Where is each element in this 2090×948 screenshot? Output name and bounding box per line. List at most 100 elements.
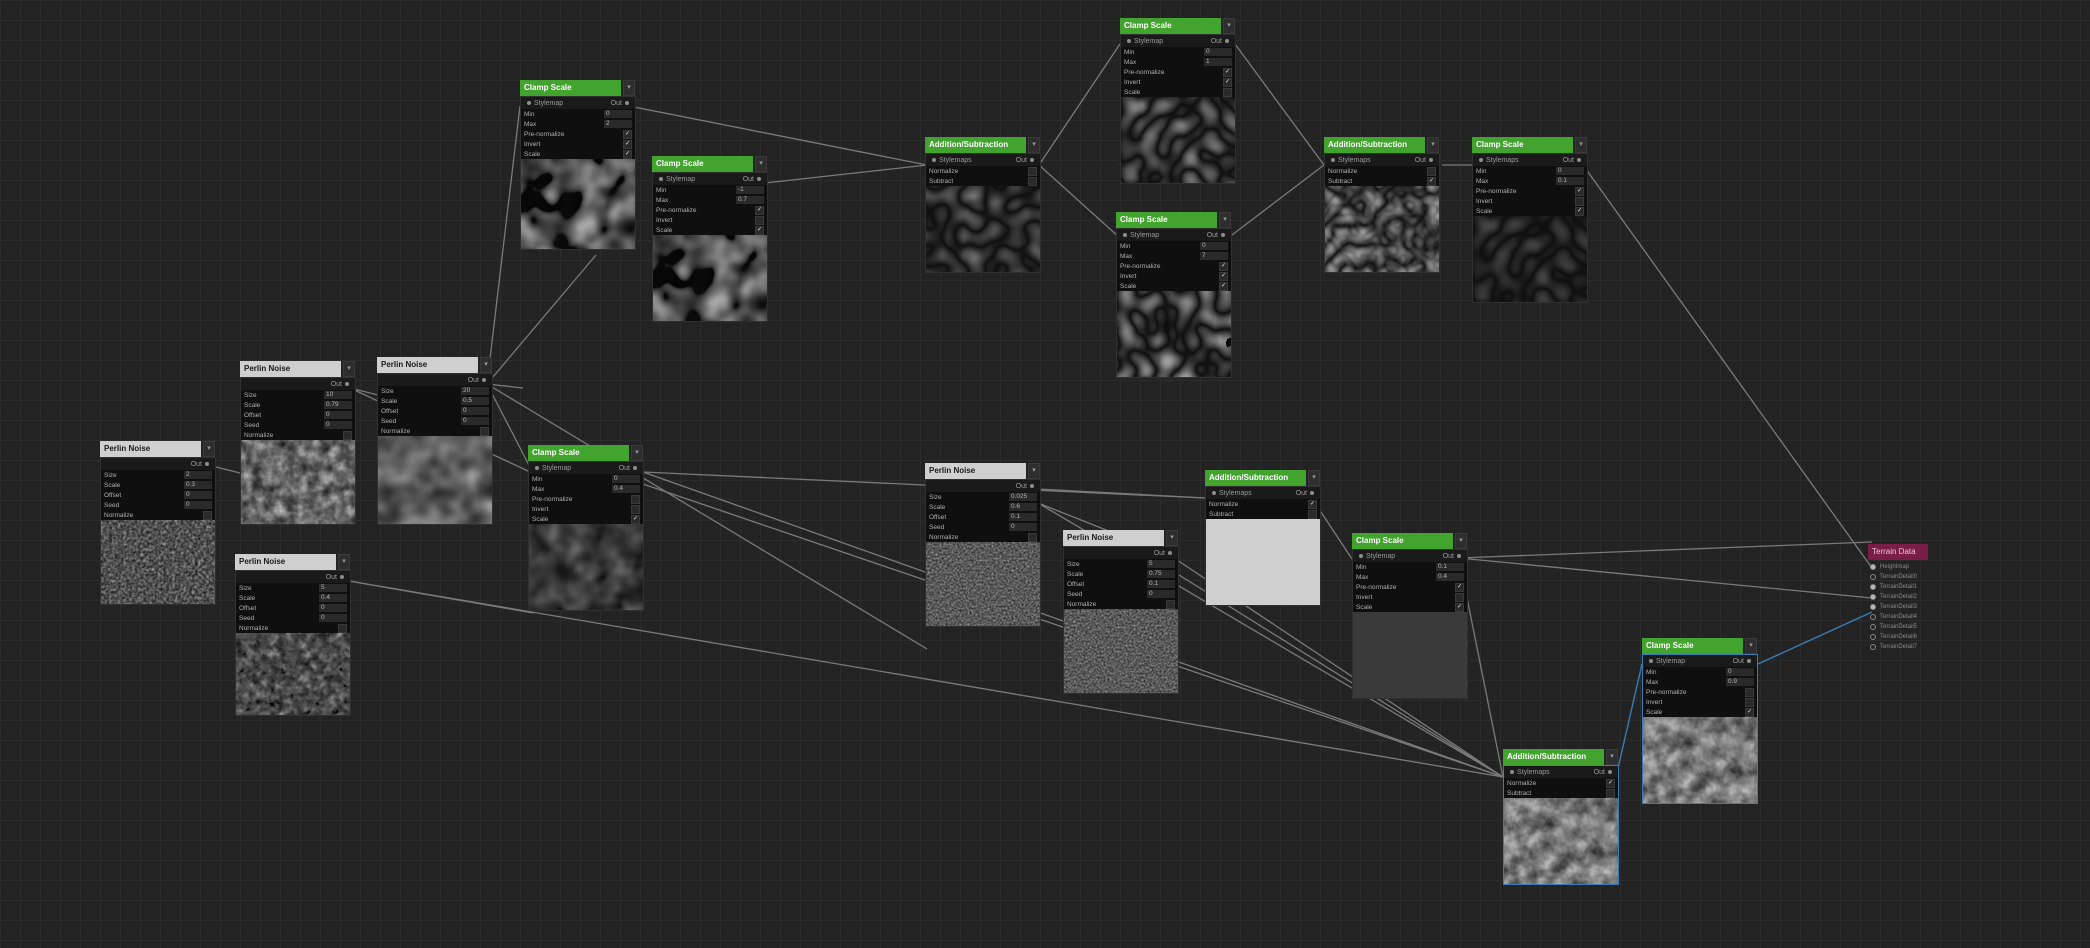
clamp-scale-node-c[interactable]: Clamp Scale ▾ Stylemap Out Min 0 Max 0.4 Pr… [528, 445, 644, 611]
subtract-checkbox[interactable]: ✓ [1427, 176, 1436, 186]
scale-checkbox[interactable]: ✓ [631, 514, 640, 524]
min-field[interactable]: 0 [1200, 242, 1228, 250]
scale-field[interactable]: 0.4 [319, 594, 347, 602]
list-item[interactable]: TerrainDetail5 [1868, 622, 1928, 632]
list-item[interactable]: TerrainDetail6 [1868, 632, 1928, 642]
invert-checkbox[interactable] [1575, 196, 1584, 206]
dropdown-arrow-icon[interactable]: ▾ [1166, 530, 1178, 546]
node-header[interactable]: Clamp Scale ▾ [520, 80, 636, 96]
wire[interactable] [1458, 541, 1873, 559]
port-dot-icon[interactable] [659, 177, 663, 181]
size-field[interactable]: 5 [319, 584, 347, 592]
invert-checkbox[interactable] [1455, 592, 1464, 602]
node-header[interactable]: Perlin Noise ▾ [100, 441, 216, 457]
node-header[interactable]: Clamp Scale ▾ [652, 156, 768, 172]
port-dot-icon[interactable] [1212, 491, 1216, 495]
wire[interactable] [1038, 164, 1121, 239]
node-header[interactable]: Clamp Scale ▾ [1120, 18, 1236, 34]
invert-checkbox[interactable] [1745, 697, 1754, 707]
normalize-checkbox[interactable]: ✓ [1606, 778, 1615, 788]
port-dot-icon[interactable] [1649, 659, 1653, 663]
offset-field[interactable]: 0 [184, 491, 212, 499]
pre-normalize-checkbox[interactable] [631, 494, 640, 504]
min-field[interactable]: 0 [604, 110, 632, 118]
port-dot-icon[interactable] [625, 101, 629, 105]
port-dot-icon[interactable] [1457, 554, 1461, 558]
list-item[interactable]: TerrainDetail1 [1868, 582, 1928, 592]
normalize-checkbox[interactable] [1028, 166, 1037, 176]
port-dot-icon[interactable] [1030, 158, 1034, 162]
invert-checkbox[interactable]: ✓ [623, 139, 632, 149]
port-dot-icon[interactable] [1870, 584, 1876, 590]
seed-field[interactable]: 0 [324, 421, 352, 429]
port-dot-icon[interactable] [1870, 634, 1876, 640]
dropdown-arrow-icon[interactable]: ▾ [203, 441, 215, 457]
offset-field[interactable]: 0.1 [1147, 580, 1175, 588]
size-field[interactable]: 5 [1147, 560, 1175, 568]
dropdown-arrow-icon[interactable]: ▾ [631, 445, 643, 461]
port-dot-icon[interactable] [1359, 554, 1363, 558]
offset-field[interactable]: 0 [324, 411, 352, 419]
scale-field[interactable]: 0.79 [324, 401, 352, 409]
port-dot-icon[interactable] [1429, 158, 1433, 162]
port-dot-icon[interactable] [932, 158, 936, 162]
clamp-scale-node-e[interactable]: Clamp Scale ▾ Stylemap Out Min 0 Max 7 Pre-… [1116, 212, 1232, 378]
min-field[interactable]: 0 [1204, 48, 1232, 56]
wire[interactable] [486, 254, 597, 385]
offset-field[interactable]: 0 [461, 407, 489, 415]
dropdown-arrow-icon[interactable]: ▾ [1606, 749, 1618, 765]
dropdown-arrow-icon[interactable]: ▾ [1575, 137, 1587, 153]
list-item[interactable]: TerrainDetail3 [1868, 602, 1928, 612]
dropdown-arrow-icon[interactable]: ▾ [343, 361, 355, 377]
seed-field[interactable]: 0 [461, 417, 489, 425]
invert-checkbox[interactable] [755, 215, 764, 225]
addition-subtraction-node-c[interactable]: Addition/Subtraction ▾ Stylemaps Out Norm… [1205, 470, 1321, 606]
port-dot-icon[interactable] [757, 177, 761, 181]
list-item[interactable]: Heightmap [1868, 562, 1928, 572]
subtract-checkbox[interactable] [1606, 788, 1615, 798]
dropdown-arrow-icon[interactable]: ▾ [1455, 533, 1467, 549]
seed-field[interactable]: 0 [319, 614, 347, 622]
clamp-scale-node-d[interactable]: Clamp Scale ▾ Stylemap Out Min 0 Max 1 Pre-… [1120, 18, 1236, 184]
node-header[interactable]: Clamp Scale ▾ [1642, 638, 1758, 654]
size-field[interactable]: 10 [324, 391, 352, 399]
port-dot-icon[interactable] [1479, 158, 1483, 162]
wire[interactable] [486, 383, 533, 472]
min-field[interactable]: -1 [736, 186, 764, 194]
scale-checkbox[interactable]: ✓ [755, 225, 764, 235]
dropdown-arrow-icon[interactable]: ▾ [755, 156, 767, 172]
dropdown-arrow-icon[interactable]: ▾ [623, 80, 635, 96]
pre-normalize-checkbox[interactable] [1745, 687, 1754, 697]
max-field[interactable]: 0.9 [1726, 678, 1754, 686]
clamp-scale-node-a[interactable]: Clamp Scale ▾ Stylemap Out Min 0 Max 2 Pre-… [520, 80, 636, 250]
seed-field[interactable]: 0 [184, 501, 212, 509]
port-dot-icon[interactable] [1870, 564, 1876, 570]
node-header[interactable]: Clamp Scale ▾ [1472, 137, 1588, 153]
wire[interactable] [1037, 488, 1206, 499]
port-dot-icon[interactable] [1127, 39, 1131, 43]
wire[interactable] [1582, 164, 1873, 569]
max-field[interactable]: 0.7 [736, 196, 764, 204]
offset-field[interactable]: 0 [319, 604, 347, 612]
scale-checkbox[interactable]: ✓ [1455, 602, 1464, 612]
scale-field[interactable]: 0.6 [1009, 503, 1037, 511]
wire[interactable] [1038, 43, 1121, 166]
clamp-scale-node-g[interactable]: Clamp Scale ▾ Stylemap Out Min 0.1 Max 0.4 … [1352, 533, 1468, 699]
normalize-checkbox[interactable] [338, 623, 347, 633]
port-dot-icon[interactable] [1123, 233, 1127, 237]
size-field[interactable]: 0.025 [1009, 493, 1037, 501]
node-header[interactable]: Addition/Subtraction ▾ [1503, 749, 1619, 765]
invert-checkbox[interactable]: ✓ [1223, 77, 1232, 87]
port-dot-icon[interactable] [205, 462, 209, 466]
addition-subtraction-node-b[interactable]: Addition/Subtraction ▾ Stylemaps Out Norm… [1324, 137, 1440, 273]
node-header[interactable]: Addition/Subtraction ▾ [1205, 470, 1321, 486]
port-dot-icon[interactable] [340, 575, 344, 579]
offset-field[interactable]: 0.1 [1009, 513, 1037, 521]
wire-selected[interactable] [1615, 663, 1643, 778]
node-header[interactable]: Perlin Noise ▾ [925, 463, 1041, 479]
pre-normalize-checkbox[interactable]: ✓ [1219, 261, 1228, 271]
pre-normalize-checkbox[interactable]: ✓ [755, 205, 764, 215]
dropdown-arrow-icon[interactable]: ▾ [1427, 137, 1439, 153]
node-header[interactable]: Clamp Scale ▾ [1116, 212, 1232, 228]
port-dot-icon[interactable] [1870, 594, 1876, 600]
